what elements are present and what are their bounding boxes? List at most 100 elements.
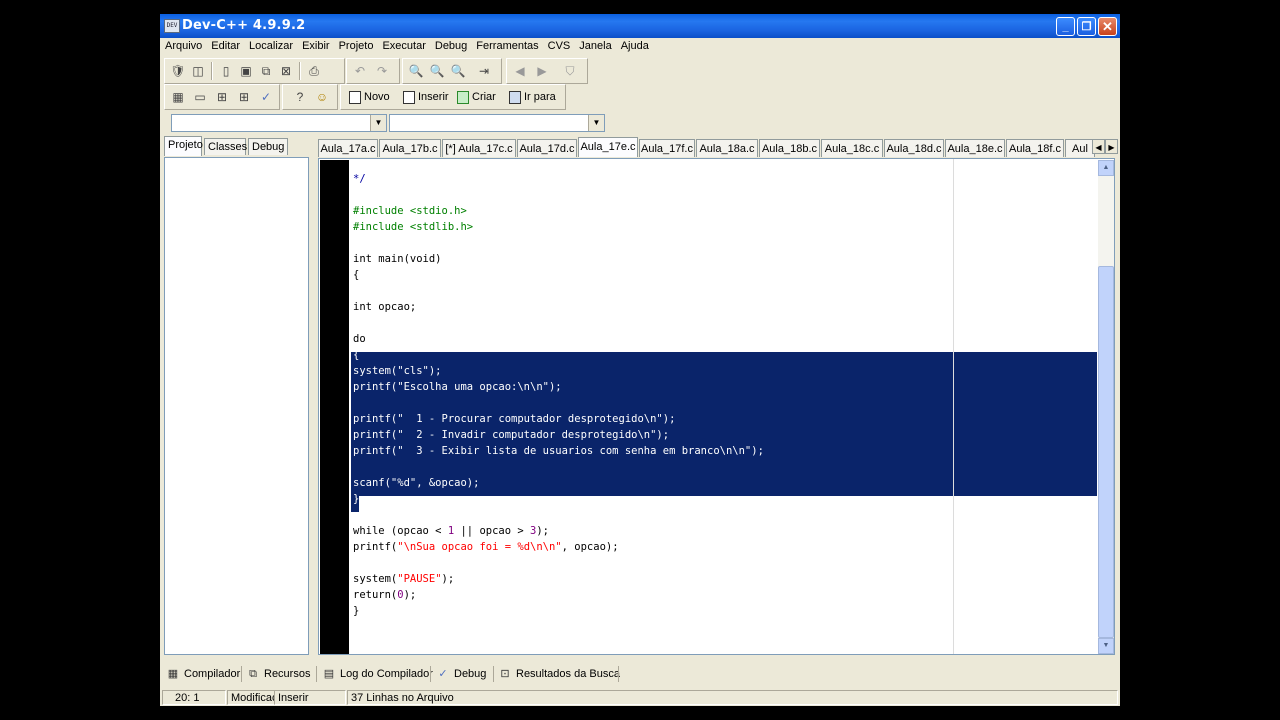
project-explorer[interactable] [164,157,309,655]
bookmark-icon[interactable]: ⛉ [561,62,579,80]
save-icon[interactable]: ▣ [237,62,255,80]
maximize-button[interactable]: ❐ [1077,17,1096,36]
code-line: do [353,333,366,345]
title-bar[interactable]: DEV Dev-C++ 4.9.9.2 _ ❐ ✕ [160,14,1120,38]
tab-recursos[interactable]: ⧉ Recursos [246,665,310,683]
scroll-down-icon[interactable]: ▼ [1098,638,1114,654]
menu-bar: Arquivo Editar Localizar Exibir Projeto Execu… [160,38,1120,56]
tab-debug[interactable]: Debug [248,138,288,155]
vertical-scrollbar[interactable]: ▲ ▼ [1098,160,1114,654]
grid-icon: ▦ [167,667,179,680]
forward-icon[interactable]: ▶ [533,62,551,80]
find-next-icon[interactable]: 🔍 [449,62,467,80]
cursor-position: 20: 1 [162,690,226,705]
project-options-icon[interactable]: ◫ [189,62,207,80]
compile-run-icon[interactable]: ⊞ [213,88,231,106]
code-line: system("cls"); [353,365,442,377]
inserir-button[interactable]: Inserir [403,88,449,106]
editor-tab[interactable]: Aula_17f.c [639,139,695,157]
back-icon[interactable]: ◀ [511,62,529,80]
class-combobox[interactable]: ▼ [171,114,387,132]
tab-compilador[interactable]: ▦ Compilador [166,665,240,683]
inserir-label: Inserir [418,91,449,103]
tab-separator [241,666,242,682]
criar-button[interactable]: Criar [457,88,496,106]
tab-debug-bottom[interactable]: ✓ Debug [436,665,486,683]
editor-tab[interactable]: Aula_18c.c [821,139,883,157]
menu-localizar[interactable]: Localizar [244,38,297,52]
code-line: system("PAUSE"); [353,573,455,585]
minimize-button[interactable]: _ [1056,17,1075,36]
app-icon: DEV [164,19,180,33]
tab-label: Debug [454,668,487,680]
code-line: printf(" 1 - Procurar computador desprot… [353,413,676,425]
menu-exibir[interactable]: Exibir [297,38,334,52]
navigation-toolbar: ◀ ▶ ⛉ [506,58,588,84]
editor-tab[interactable]: Aula_18e.c [945,139,1005,157]
tab-scroll-left-icon[interactable]: ◀ [1092,139,1105,154]
scroll-up-icon[interactable]: ▲ [1098,160,1114,176]
code-line: printf("\nSua opcao foi = %d\n\n", opcao… [353,541,619,553]
menu-ajuda[interactable]: Ajuda [616,38,653,52]
tab-separator [316,666,317,682]
tab-log-compilador[interactable]: ▤ Log do Compilador [322,665,433,683]
new-file-icon[interactable]: ▯ [217,62,235,80]
code-line: { [353,349,360,361]
editor-tab[interactable]: Aula_17a.c [318,139,378,157]
editor-tab[interactable]: Aula_18b.c [759,139,820,157]
undo-icon[interactable]: ↶ [351,62,369,80]
close-button[interactable]: ✕ [1098,17,1117,36]
menu-ferramentas[interactable]: Ferramentas [471,38,542,52]
code-line: printf(" 3 - Exibir lista de usuarios co… [353,445,764,457]
code-line: } [353,493,360,505]
print-icon[interactable]: ⎙ [305,62,323,80]
editor-tab[interactable]: [*] Aula_17c.c [442,139,516,157]
tab-resultados-busca[interactable]: ⊡ Resultados da Busca [498,665,620,683]
editor-tab[interactable]: Aula_18d.c [884,139,944,157]
menu-projeto[interactable]: Projeto [334,38,378,52]
menu-janela[interactable]: Janela [574,38,615,52]
editor-tab[interactable]: Aula_18a.c [696,139,758,157]
redo-icon[interactable]: ↷ [373,62,391,80]
tab-classes[interactable]: Classes [204,138,247,155]
rebuild-icon[interactable]: ⊞ [235,88,253,106]
tab-scroll-right-icon[interactable]: ▶ [1105,139,1118,154]
replace-icon[interactable]: 🔍 [428,62,446,80]
help-icon[interactable]: ? [291,88,309,106]
compile-icon[interactable]: ▦ [169,88,187,106]
menu-debug[interactable]: Debug [430,38,471,52]
tab-projeto[interactable]: Projeto [164,136,203,156]
devcpp-window: DEV Dev-C++ 4.9.9.2 _ ❐ ✕ Arquivo Editar L… [160,14,1120,706]
menu-arquivo[interactable]: Arquivo [160,38,206,52]
editor-tab[interactable]: Aul [1065,139,1095,157]
about-icon[interactable]: ☺ [313,88,331,106]
save-all-icon[interactable]: ⧉ [257,62,275,80]
close-file-icon[interactable]: ⊠ [277,62,295,80]
code-editor[interactable]: */ #include <stdio.h> #include <stdlib.h> i… [318,158,1115,655]
editor-tab[interactable]: Aula_17b.c [379,139,441,157]
member-combobox[interactable]: ▼ [389,114,605,132]
check-icon: ✓ [438,667,448,680]
scroll-thumb[interactable] [1098,266,1114,638]
menu-editar[interactable]: Editar [206,38,244,52]
chevron-down-icon[interactable]: ▼ [370,115,386,131]
log-icon: ▤ [323,667,335,680]
menu-cvs[interactable]: CVS [543,38,575,52]
editor-tab[interactable]: Aula_17d.c [517,139,577,157]
tab-label: Log do Compilador [340,668,433,680]
ir-para-button[interactable]: Ir para [509,88,556,106]
goto-line-icon[interactable]: ⇥ [475,62,493,80]
editor-tab[interactable]: Aula_18f.c [1006,139,1064,157]
find-icon[interactable]: 🔍 [407,62,425,80]
code-line: #include <stdio.h> [353,205,467,217]
search-toolbar: 🔍 🔍 🔍 ⇥ [402,58,502,84]
chevron-down-icon[interactable]: ▼ [588,115,604,131]
menu-executar[interactable]: Executar [377,38,429,52]
debug-check-icon[interactable]: ✓ [257,88,275,106]
novo-button[interactable]: Novo [349,88,390,106]
open-project-icon[interactable]: 🛡 [169,62,187,80]
run-icon[interactable]: ▭ [191,88,209,106]
tab-label: Recursos [264,668,311,680]
editor-tab-active[interactable]: Aula_17e.c [578,137,638,157]
class-toolbar: Novo Inserir Criar Ir para [340,84,566,110]
